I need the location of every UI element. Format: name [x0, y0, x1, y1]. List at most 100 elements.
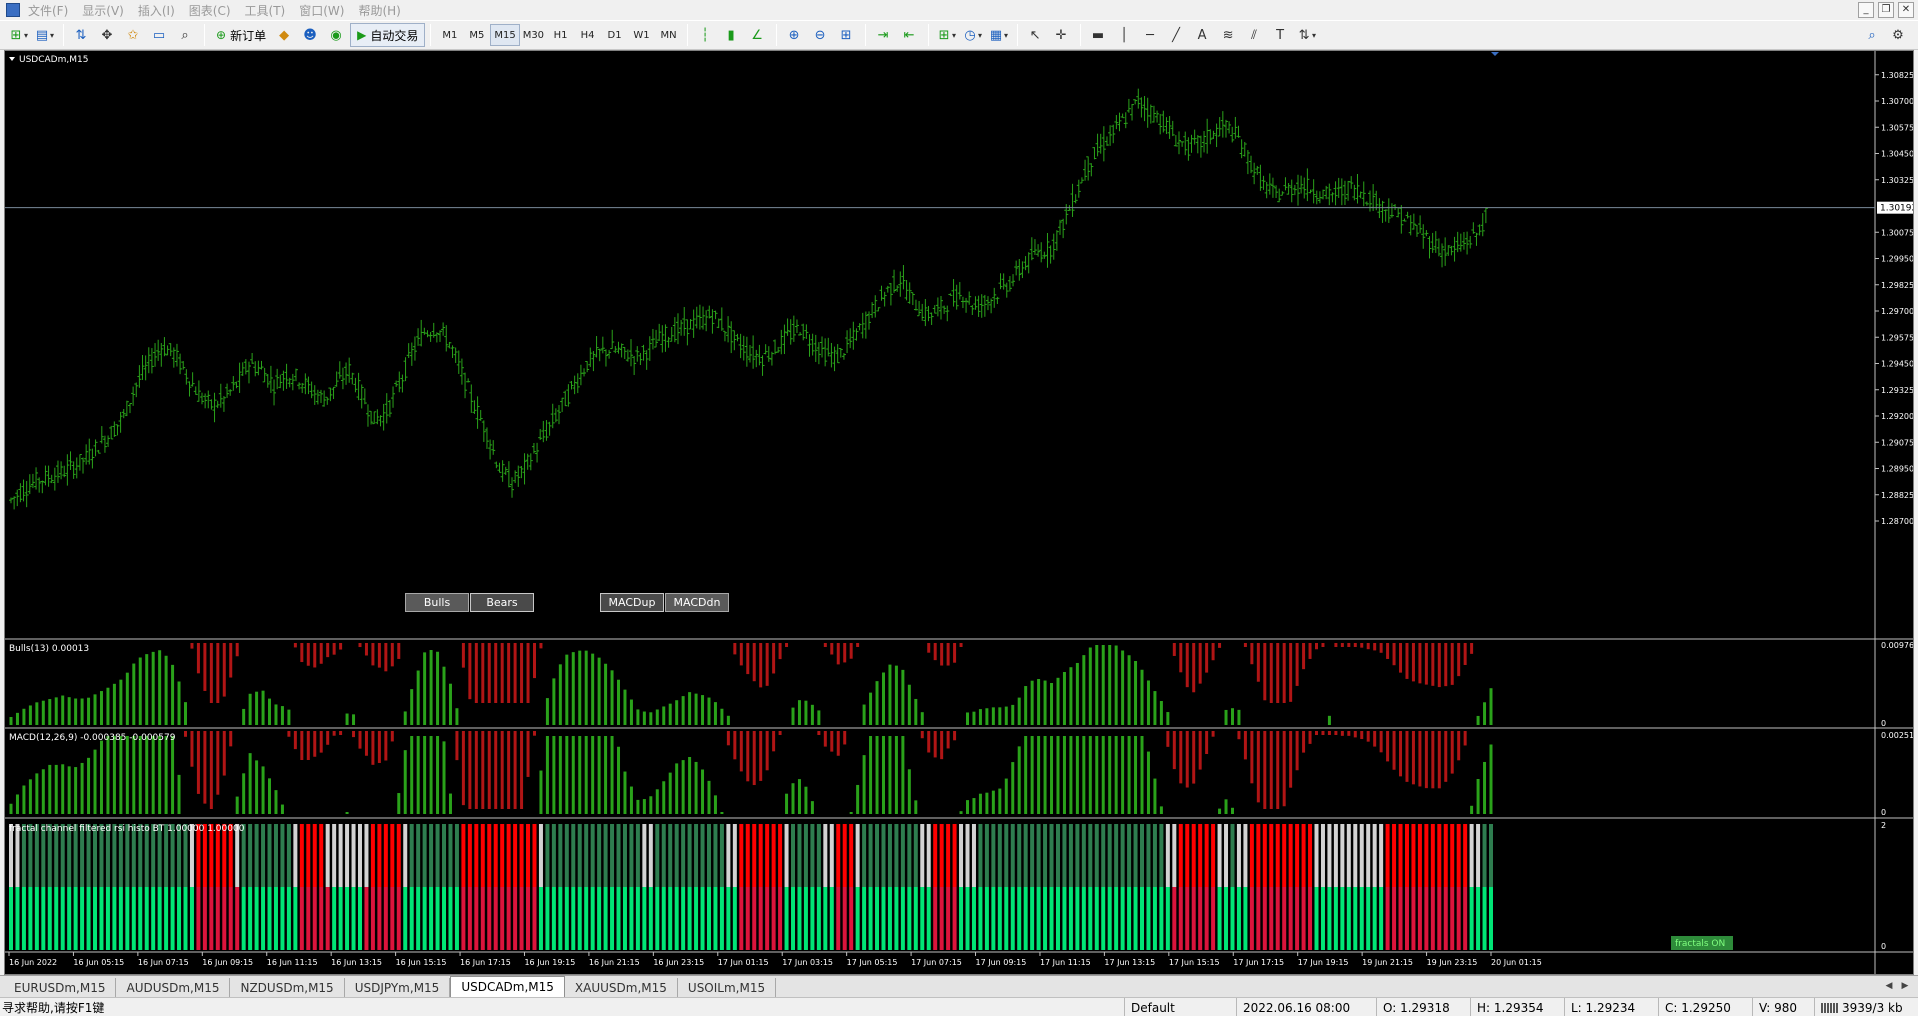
market-watch-button[interactable]: ⇅	[69, 23, 93, 47]
text-label-button[interactable]: T	[1268, 23, 1292, 47]
zoom-in-button[interactable]: ⊕	[782, 23, 806, 47]
macd-histogram	[9, 731, 1493, 814]
zoom-out-button[interactable]: ⊖	[808, 23, 832, 47]
meta-editor-button[interactable]: ◆	[272, 23, 296, 47]
tab-xauusdm-m15[interactable]: XAUUSDm,M15	[565, 978, 678, 997]
chart-shift-button[interactable]: ⇤	[897, 23, 921, 47]
price-tick-label: 1.28700	[1881, 517, 1913, 526]
vertical-line-button[interactable]: │	[1112, 23, 1136, 47]
chart-canvas[interactable]: USDCADm,M15 1.30825 1.30700 1.30575 1.30450…	[5, 51, 1913, 974]
timeframe-w1[interactable]: W1	[628, 24, 655, 46]
text-label-icon: T	[1276, 27, 1285, 43]
price-tick-label: 1.29075	[1881, 438, 1913, 447]
timeframe-m15[interactable]: M15	[490, 24, 520, 46]
price-tick-label: 1.30450	[1881, 150, 1913, 159]
tab-usdcadm-m15[interactable]: USDCADm,M15	[450, 976, 565, 997]
macddn-button[interactable]: MACDdn	[665, 593, 729, 612]
new-chart-button[interactable]: ⊞ ▾	[6, 23, 30, 47]
tab-nzdusdm-m15[interactable]: NZDUSDm,M15	[230, 978, 345, 997]
timeframe-d1[interactable]: D1	[601, 24, 628, 46]
time-tick-label: 16 Jun 15:15	[396, 958, 447, 967]
arrows-icon: ⇅	[1298, 27, 1310, 43]
indicators-button[interactable]: ⊞ ▾	[934, 23, 958, 47]
status-volume: V: 980	[1752, 998, 1814, 1016]
window-icon: ▭	[152, 27, 166, 43]
bulls-button[interactable]: Bulls	[405, 593, 469, 612]
chart-menu-triangle-icon[interactable]	[9, 57, 15, 61]
bar-chart-button[interactable]: ┆	[693, 23, 717, 47]
timeframe-h4[interactable]: H4	[574, 24, 601, 46]
menu-charts[interactable]: 图表(C)	[189, 2, 245, 19]
menu-bar: 文件(F) 显示(V) 插入(I) 图表(C) 工具(T) 窗口(W) 帮助(H…	[0, 0, 1918, 20]
timeframe-m5[interactable]: M5	[463, 24, 490, 46]
tab-eurusdm-m15[interactable]: EURUSDm,M15	[4, 978, 117, 997]
line-chart-button[interactable]: ∠	[745, 23, 769, 47]
arrows-button[interactable]: ⇅ ▾	[1294, 23, 1318, 47]
price-tick-label: 1.30700	[1881, 97, 1913, 106]
price-tick-label: 1.29200	[1881, 412, 1913, 421]
auto-trading-button[interactable]: ▶ 自动交易	[350, 23, 426, 47]
tab-scroll-left-icon[interactable]: ◀	[1882, 979, 1896, 993]
time-tick-label: 17 Jun 09:15	[976, 958, 1027, 967]
data-window-button[interactable]: ✥	[95, 23, 119, 47]
market-watch-icon: ⇅	[75, 27, 87, 43]
time-tick-label: 17 Jun 11:15	[1040, 958, 1091, 967]
signals-button[interactable]: ◉	[324, 23, 348, 47]
community-button[interactable]: ☻	[298, 23, 322, 47]
timeframe-h1[interactable]: H1	[547, 24, 574, 46]
restore-button[interactable]: ❐	[1878, 2, 1894, 18]
auto-scroll-button[interactable]: ⇥	[871, 23, 895, 47]
chart-shift-marker-icon[interactable]	[1491, 52, 1499, 56]
candlestick-icon: ▮	[727, 27, 735, 43]
tile-windows-button[interactable]: ⊞	[834, 23, 858, 47]
tab-audusdm-m15[interactable]: AUDUSDm,M15	[116, 978, 231, 997]
bears-button[interactable]: Bears	[470, 593, 534, 612]
horizontal-line-button[interactable]: ─	[1138, 23, 1162, 47]
timeframe-mn[interactable]: MN	[655, 24, 682, 46]
candlestick-button[interactable]: ▮	[719, 23, 743, 47]
time-tick-label: 20 Jun 01:15	[1491, 958, 1542, 967]
options-button[interactable]: ⚙	[1886, 23, 1910, 47]
menu-tools[interactable]: 工具(T)	[245, 2, 300, 19]
timeframe-m1[interactable]: M1	[436, 24, 463, 46]
price-tick-label: 1.28825	[1881, 491, 1913, 500]
new-order-button[interactable]: ⊕ 新订单	[210, 23, 272, 47]
minimize-button[interactable]: _	[1858, 2, 1874, 18]
profiles-button[interactable]: ▤ ▾	[32, 23, 56, 47]
templates-button[interactable]: ▦ ▾	[986, 23, 1010, 47]
channel-button[interactable]: ⫽	[1242, 23, 1266, 47]
price-tick-label: 1.30325	[1881, 176, 1913, 185]
bar-chart-icon: ┆	[701, 27, 709, 43]
search-button[interactable]: ⌕	[1860, 23, 1884, 47]
chart-title: USDCADm,M15	[19, 55, 88, 65]
macdup-button[interactable]: MACDup	[600, 593, 664, 612]
menu-help[interactable]: 帮助(H)	[358, 2, 414, 19]
menu-view[interactable]: 显示(V)	[82, 2, 138, 19]
menu-window[interactable]: 窗口(W)	[299, 2, 358, 19]
auto-trading-label: 自动交易	[370, 28, 419, 43]
strategy-tester-button[interactable]: ⌕	[173, 23, 197, 47]
menu-insert[interactable]: 插入(I)	[138, 2, 189, 19]
cursor-button[interactable]: ↖	[1023, 23, 1047, 47]
status-bar: 寻求帮助,请按F1键 Default 2022.06.16 08:00 O: 1…	[0, 997, 1918, 1016]
timeframe-m30[interactable]: M30	[520, 24, 547, 46]
crosshair-icon: ✥	[101, 27, 113, 43]
menu-file[interactable]: 文件(F)	[28, 2, 82, 19]
terminal-button[interactable]: ▭	[147, 23, 171, 47]
tab-usdjpym-m15[interactable]: USDJPYm,M15	[345, 978, 451, 997]
chart-area[interactable]: USDCADm,M15 1.30825 1.30700 1.30575 1.30450…	[4, 50, 1914, 975]
gear-icon: ⚙	[1892, 27, 1904, 43]
tab-scroll-right-icon[interactable]: ▶	[1898, 979, 1912, 993]
text-tool-button[interactable]: A	[1190, 23, 1214, 47]
fibonacci-button[interactable]: ≋	[1216, 23, 1240, 47]
periods-button[interactable]: ◷ ▾	[960, 23, 984, 47]
zoom-in-icon: ⊕	[788, 27, 800, 43]
toolbar-separator	[776, 24, 778, 46]
time-axis: 16 Jun 2022 16 Jun 05:15 16 Jun 07:15 16 Ju…	[8, 952, 1542, 967]
tab-usoilm-m15[interactable]: USOILm,M15	[678, 978, 777, 997]
rectangle-button[interactable]: ▬	[1086, 23, 1110, 47]
close-button[interactable]: ✕	[1898, 2, 1914, 18]
navigator-button[interactable]: ✩	[121, 23, 145, 47]
crosshair-button[interactable]: ✛	[1049, 23, 1073, 47]
trendline-button[interactable]: ╱	[1164, 23, 1188, 47]
